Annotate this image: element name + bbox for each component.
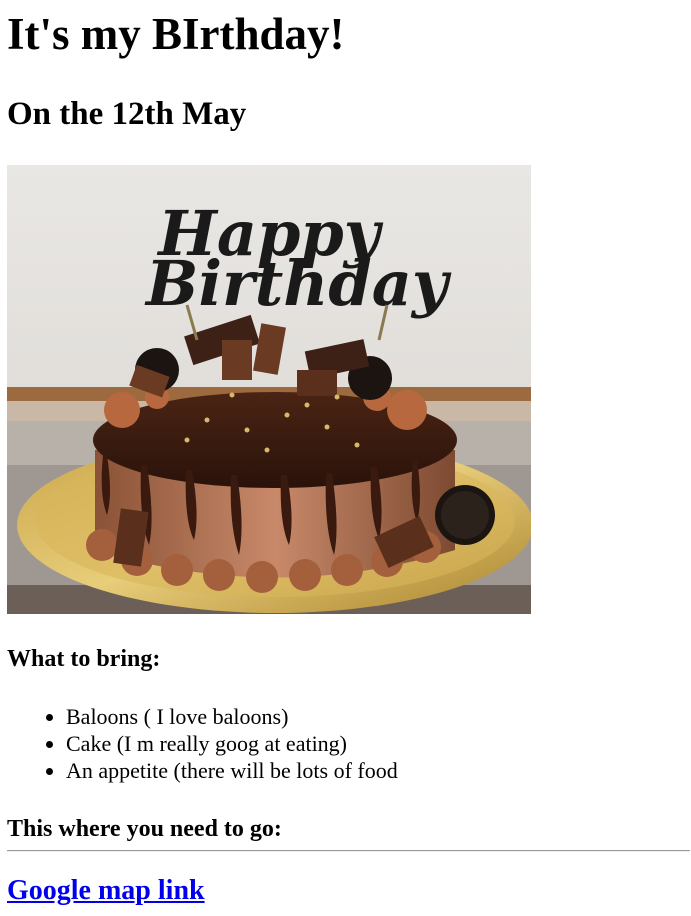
divider [7, 850, 690, 852]
page-title: It's my BIrthday! [7, 9, 345, 59]
directions-heading: This where you need to go: [7, 816, 282, 842]
google-map-link[interactable]: Google map link [7, 874, 205, 908]
bring-list: Baloons ( I love baloons) Cake (I m real… [7, 703, 398, 784]
page-subtitle: On the 12th May [7, 96, 247, 132]
list-item: Baloons ( I love baloons) [66, 703, 398, 730]
what-to-bring-heading: What to bring: [7, 646, 161, 672]
birthday-cake-image: Happy Birthday [7, 165, 531, 614]
cake-topper-text-bottom: Birthday [144, 247, 452, 320]
list-item: Cake (I m really goog at eating) [66, 730, 398, 757]
list-item: An appetite (there will be lots of food [66, 757, 398, 784]
